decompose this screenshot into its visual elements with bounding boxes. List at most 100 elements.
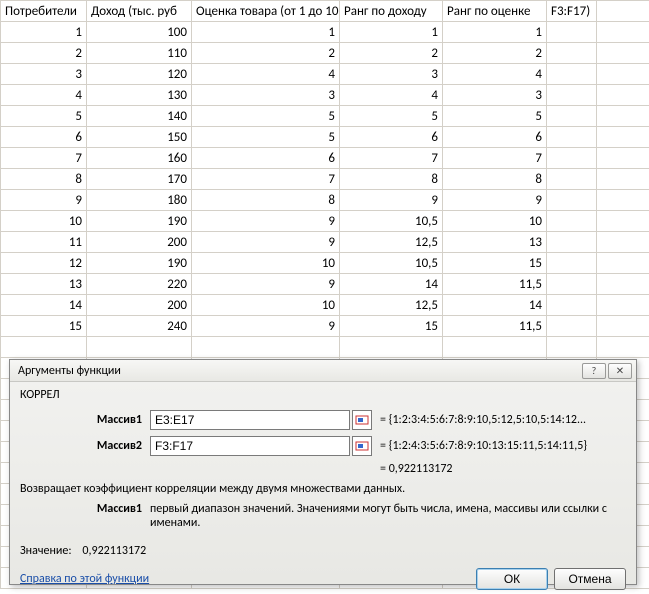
cell[interactable] <box>1 337 87 358</box>
cell[interactable]: 200 <box>87 295 192 316</box>
cell[interactable] <box>597 274 649 295</box>
cell[interactable]: 4 <box>340 85 443 106</box>
cell[interactable]: 2 <box>443 43 547 64</box>
cell[interactable] <box>597 43 649 64</box>
cell[interactable]: 8 <box>1 169 87 190</box>
cell[interactable]: 15 <box>443 253 547 274</box>
cell[interactable]: 13 <box>443 232 547 253</box>
cell[interactable]: 5 <box>1 106 87 127</box>
cell[interactable]: 1 <box>443 22 547 43</box>
cell[interactable] <box>597 106 649 127</box>
cell[interactable]: 8 <box>443 169 547 190</box>
cell[interactable]: 15 <box>1 316 87 337</box>
cell[interactable]: 11 <box>1 232 87 253</box>
cell[interactable]: 1 <box>1 22 87 43</box>
cell[interactable]: 10 <box>1 211 87 232</box>
cell[interactable] <box>547 295 597 316</box>
cell[interactable] <box>547 85 597 106</box>
cell[interactable] <box>547 232 597 253</box>
cell[interactable]: 7 <box>340 148 443 169</box>
cell[interactable] <box>547 43 597 64</box>
help-button[interactable]: ? <box>582 363 606 379</box>
cell[interactable]: 100 <box>87 22 192 43</box>
cell[interactable]: 3 <box>443 85 547 106</box>
cell[interactable]: 11,5 <box>443 274 547 295</box>
cell[interactable]: 12,5 <box>340 295 443 316</box>
cell[interactable]: 9 <box>192 232 340 253</box>
cell[interactable] <box>597 22 649 43</box>
col-header[interactable]: F3:F17) <box>547 1 597 22</box>
col-header[interactable]: Доход (тыс. руб <box>87 1 192 22</box>
cell[interactable]: 180 <box>87 190 192 211</box>
cell[interactable]: 5 <box>192 127 340 148</box>
arg1-input[interactable] <box>150 410 350 430</box>
col-header[interactable]: Оценка товара (от 1 до 10) <box>192 1 340 22</box>
cell[interactable] <box>547 169 597 190</box>
cell[interactable]: 8 <box>340 169 443 190</box>
cell[interactable] <box>597 127 649 148</box>
col-header[interactable]: Потребители <box>1 1 87 22</box>
close-button[interactable]: ✕ <box>608 363 632 379</box>
cell[interactable]: 14 <box>443 295 547 316</box>
cell[interactable]: 3 <box>340 64 443 85</box>
ok-button[interactable]: ОК <box>476 568 548 590</box>
cell[interactable]: 190 <box>87 253 192 274</box>
cell[interactable]: 9 <box>192 211 340 232</box>
cell[interactable]: 10,5 <box>340 211 443 232</box>
cell[interactable]: 5 <box>192 106 340 127</box>
cell[interactable] <box>547 106 597 127</box>
cell[interactable] <box>597 190 649 211</box>
cell[interactable]: 9 <box>1 190 87 211</box>
cell[interactable]: 8 <box>192 190 340 211</box>
cell[interactable]: 9 <box>340 190 443 211</box>
cell[interactable]: 4 <box>192 64 340 85</box>
cell[interactable]: 13 <box>1 274 87 295</box>
cell[interactable] <box>443 337 547 358</box>
cell[interactable] <box>597 337 649 358</box>
arg1-refedit-button[interactable] <box>352 410 372 430</box>
cell[interactable]: 6 <box>1 127 87 148</box>
cell[interactable]: 14 <box>1 295 87 316</box>
cell[interactable]: 1 <box>192 22 340 43</box>
cell[interactable]: 10,5 <box>340 253 443 274</box>
cell[interactable]: 220 <box>87 274 192 295</box>
cell[interactable] <box>547 337 597 358</box>
col-header[interactable]: Ранг по оценке <box>443 1 547 22</box>
cell[interactable]: 7 <box>1 148 87 169</box>
col-header[interactable]: Ранг по доходу <box>340 1 443 22</box>
arg2-refedit-button[interactable] <box>352 436 372 456</box>
cell[interactable] <box>547 148 597 169</box>
help-link[interactable]: Справка по этой функции <box>20 572 149 586</box>
cell[interactable]: 10 <box>443 211 547 232</box>
cell[interactable]: 12,5 <box>340 232 443 253</box>
cell[interactable]: 10 <box>192 295 340 316</box>
cell[interactable] <box>597 211 649 232</box>
cell[interactable]: 5 <box>443 106 547 127</box>
cell[interactable]: 130 <box>87 85 192 106</box>
cell[interactable]: 9 <box>192 274 340 295</box>
cell[interactable]: 6 <box>340 127 443 148</box>
cell[interactable] <box>192 337 340 358</box>
cell[interactable] <box>547 64 597 85</box>
cell[interactable] <box>597 295 649 316</box>
cell[interactable]: 9 <box>443 190 547 211</box>
cell[interactable]: 6 <box>443 127 547 148</box>
cell[interactable] <box>597 64 649 85</box>
cell[interactable]: 10 <box>192 253 340 274</box>
cell[interactable]: 170 <box>87 169 192 190</box>
cell[interactable]: 2 <box>340 43 443 64</box>
cell[interactable]: 110 <box>87 43 192 64</box>
dialog-titlebar[interactable]: Аргументы функции ? ✕ <box>10 360 636 382</box>
arg2-input[interactable] <box>150 436 350 456</box>
cell[interactable] <box>597 148 649 169</box>
cell[interactable]: 15 <box>340 316 443 337</box>
cell[interactable]: 160 <box>87 148 192 169</box>
cell[interactable]: 240 <box>87 316 192 337</box>
cell[interactable]: 1 <box>340 22 443 43</box>
cell[interactable] <box>547 22 597 43</box>
cell[interactable] <box>547 316 597 337</box>
cell[interactable]: 150 <box>87 127 192 148</box>
cell[interactable] <box>597 253 649 274</box>
cell[interactable] <box>597 169 649 190</box>
cell[interactable]: 4 <box>1 85 87 106</box>
